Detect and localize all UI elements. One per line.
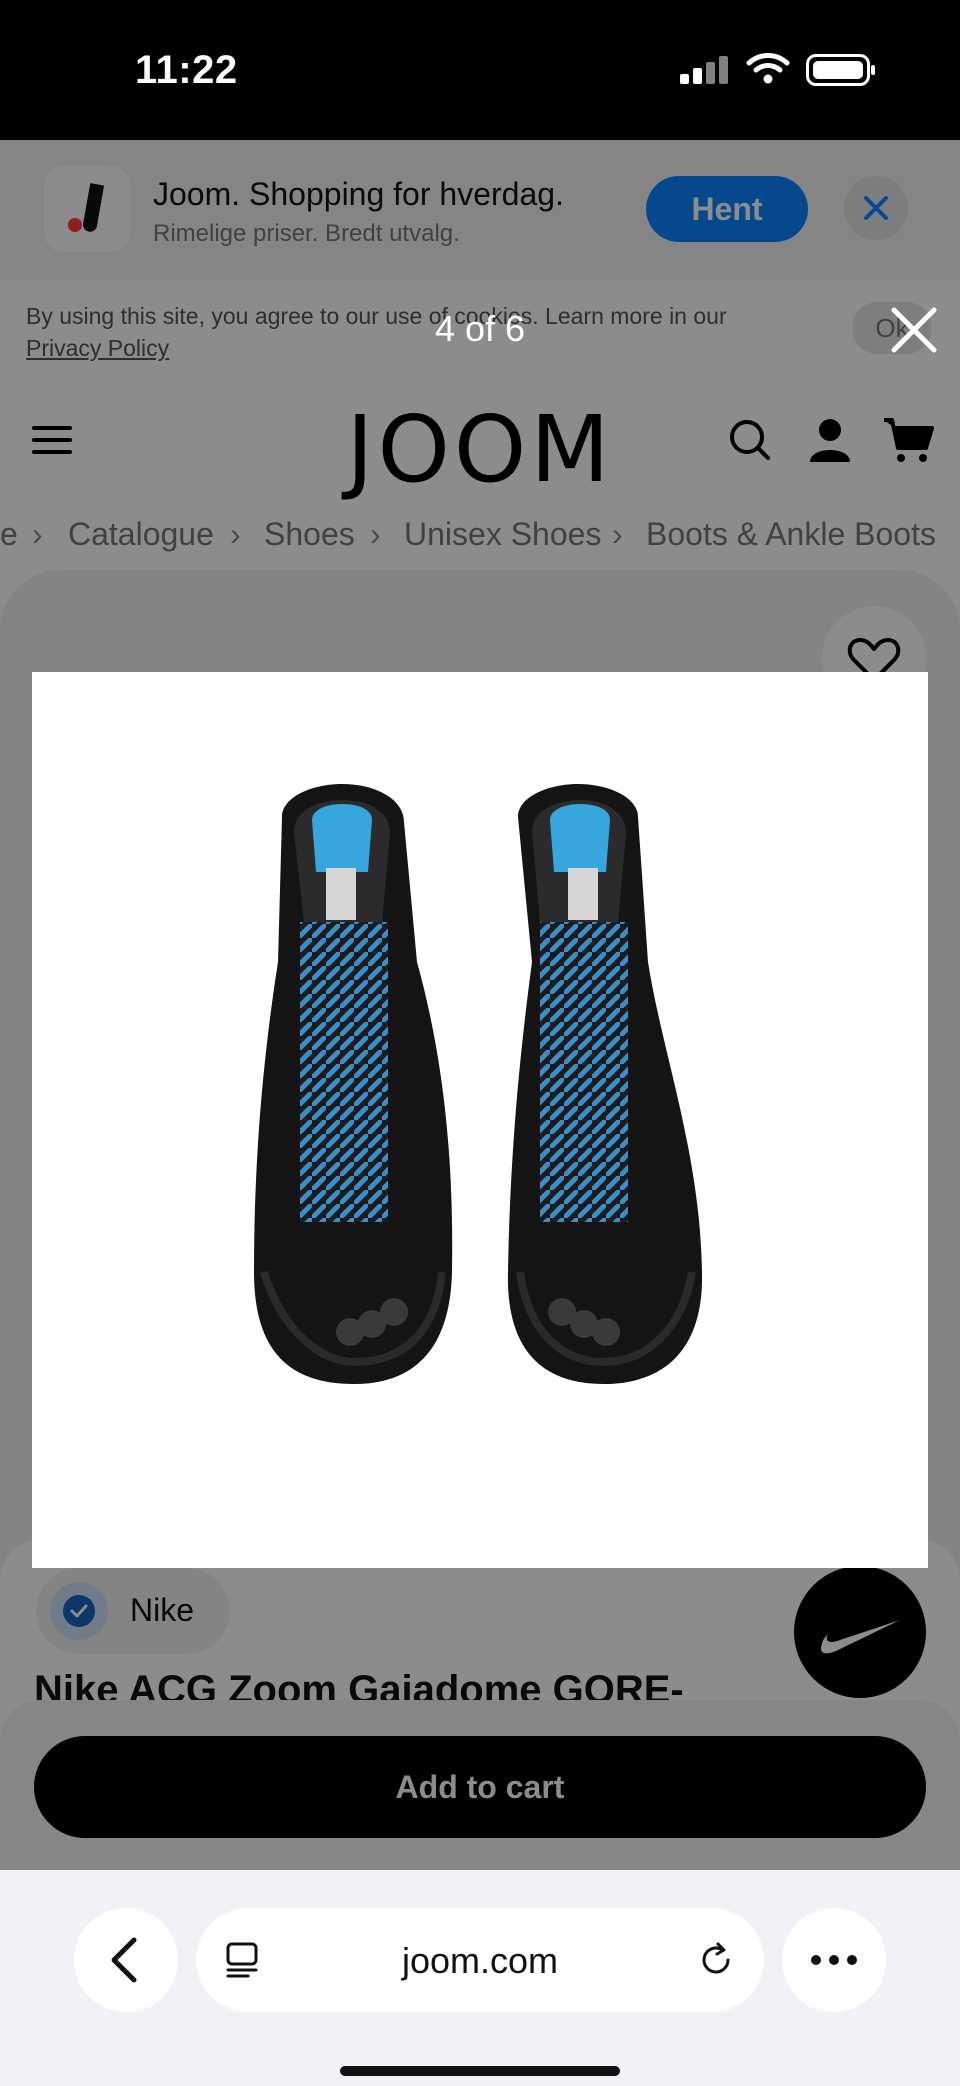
address-bar[interactable]: joom.com [196,1908,764,2012]
status-bar-overlay: 11:22 [0,0,960,140]
gallery-counter: 4 of 6 [434,308,526,349]
gallery-close-icon[interactable] [884,300,944,360]
home-indicator [340,2066,620,2076]
reload-icon[interactable] [696,1940,736,1980]
product-photo[interactable] [32,672,928,1568]
more-dots-icon [811,1955,857,1965]
left-boot [254,784,453,1384]
url-text: joom.com [401,1940,559,1981]
battery-icon [806,54,875,86]
browser-toolbar: joom.com [0,1870,960,2086]
boots-image [254,784,703,1384]
cellular-signal-icon [680,54,730,84]
more-options-button[interactable] [782,1908,886,2012]
back-button[interactable] [74,1908,178,2012]
chevron-left-icon [111,1937,137,1983]
right-boot [507,784,703,1384]
wifi-icon [746,53,790,84]
status-time: 11:22 [135,48,238,92]
